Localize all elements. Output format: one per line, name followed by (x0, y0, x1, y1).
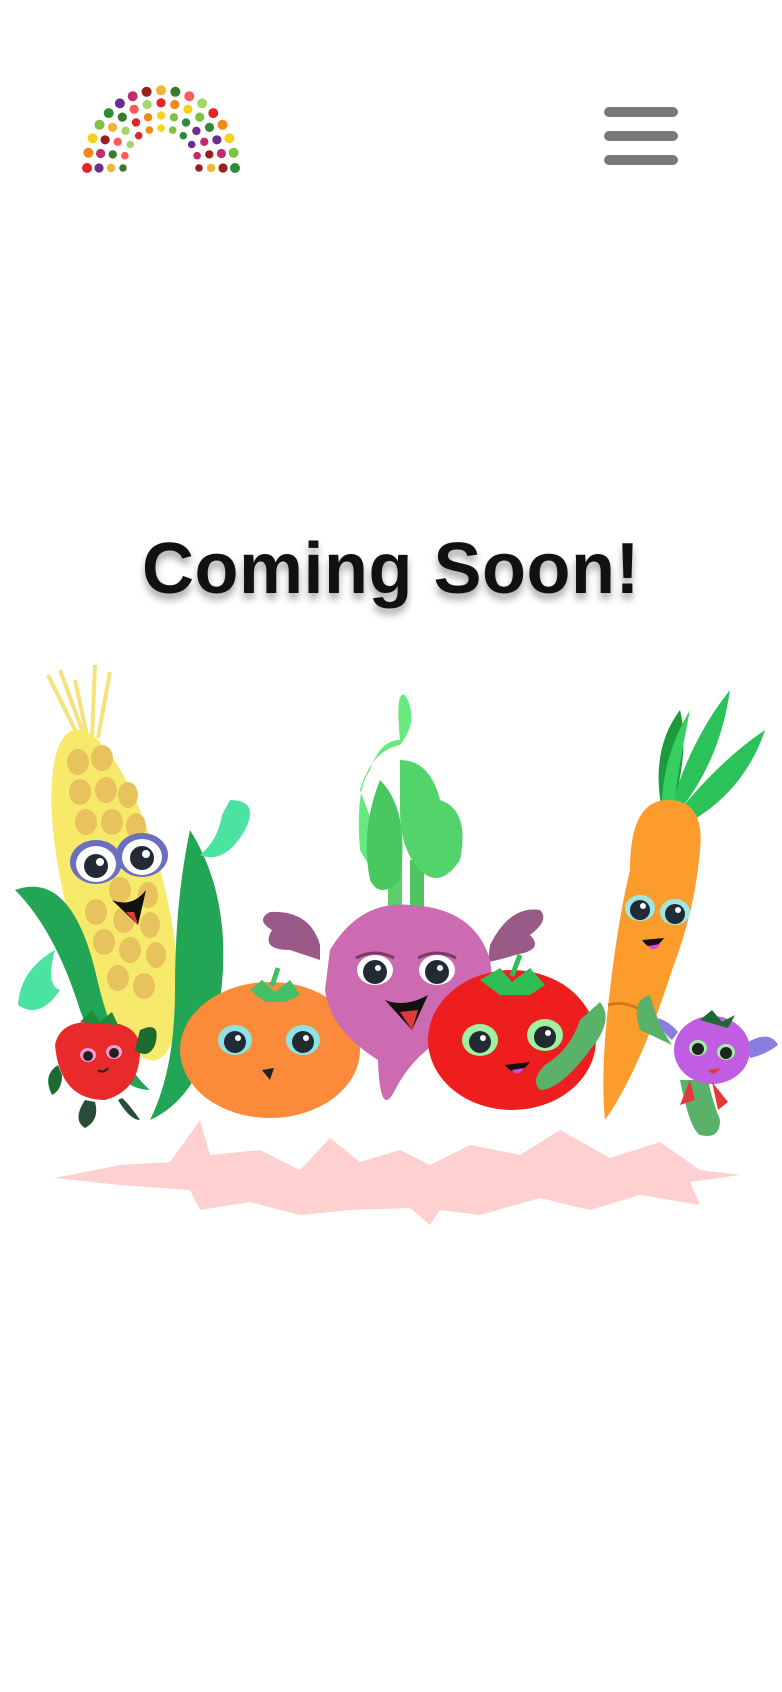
logo-fruit-dot (224, 133, 235, 144)
logo-fruit-dot (156, 98, 166, 108)
logo-fruit-dot (131, 118, 141, 127)
logo-fruit-dot (230, 163, 240, 173)
logo-fruit-dot (143, 113, 153, 122)
logo-fruit-dot (87, 133, 98, 144)
hamburger-menu-icon (604, 107, 678, 117)
logo-fruit-dot (106, 163, 116, 173)
logo-fruit-dot (217, 119, 228, 130)
logo-fruit-dot (100, 135, 110, 145)
logo-fruit-dot (156, 111, 166, 120)
logo-fruit-dot (218, 163, 228, 173)
logo-fruit-dot (121, 126, 130, 136)
logo-fruit-dot (187, 140, 196, 149)
logo-fruit-dot (96, 148, 106, 159)
logo-fruit-dot (192, 126, 201, 136)
logo-fruit-dot (205, 150, 214, 159)
logo-fruit-dot (134, 131, 143, 140)
logo-fruit-dot (206, 163, 216, 173)
logo-fruit-dot (184, 91, 195, 102)
logo-fruit-dot (103, 108, 114, 119)
logo-fruit-dot (195, 164, 203, 172)
logo-fruit-dot (212, 135, 222, 145)
logo-fruit-dot (83, 147, 94, 158)
hamburger-menu-button[interactable] (598, 100, 682, 172)
logo-fruit-dot (108, 150, 117, 159)
logo-fruit-dot (94, 119, 105, 130)
logo-fruit-dot (156, 85, 166, 96)
cartoon-vegetables-illustration (15, 664, 778, 1225)
page-title: Coming Soon! (142, 529, 640, 609)
logo-fruit-dot (107, 122, 118, 132)
logo-fruit-dot (142, 99, 152, 110)
logo-fruit-dot (228, 147, 239, 158)
purple-berry-character (636, 995, 778, 1136)
logo-fruit-dot (157, 124, 165, 132)
logo-fruit-dot (145, 126, 154, 134)
pink-splash-shadow (55, 1120, 740, 1225)
logo-fruit-dot (117, 112, 127, 122)
logo-fruit-dot (127, 91, 138, 102)
logo-fruit-dot (119, 164, 127, 172)
logo-fruit-dot (94, 163, 104, 173)
logo-fruit-dot (197, 98, 208, 109)
logo-fruit-dot (216, 148, 226, 159)
logo-fruit-dot (179, 131, 188, 140)
logo-fruit-dot (169, 113, 179, 122)
logo-fruit-dot (126, 140, 135, 149)
fruit-rainbow-logo[interactable] (80, 78, 242, 178)
logo-fruit-dot (193, 151, 201, 160)
logo-fruit-dot (181, 118, 191, 127)
logo-fruit-dot (121, 151, 129, 160)
logo-fruit-dot (204, 122, 215, 132)
logo-fruit-dot (168, 126, 177, 134)
logo-fruit-dot (183, 104, 193, 114)
logo-fruit-dot (141, 86, 152, 97)
site-header (0, 0, 782, 200)
logo-fruit-dot (200, 137, 209, 146)
logo-fruit-dot (195, 112, 205, 122)
logo-fruit-dot (208, 108, 219, 119)
logo-fruit-dot (82, 163, 92, 173)
logo-fruit-dot (129, 104, 139, 114)
logo-fruit-dot (170, 99, 180, 110)
logo-fruit-dot (170, 86, 181, 97)
logo-fruit-dot (113, 137, 122, 146)
logo-fruit-dot (114, 98, 125, 109)
